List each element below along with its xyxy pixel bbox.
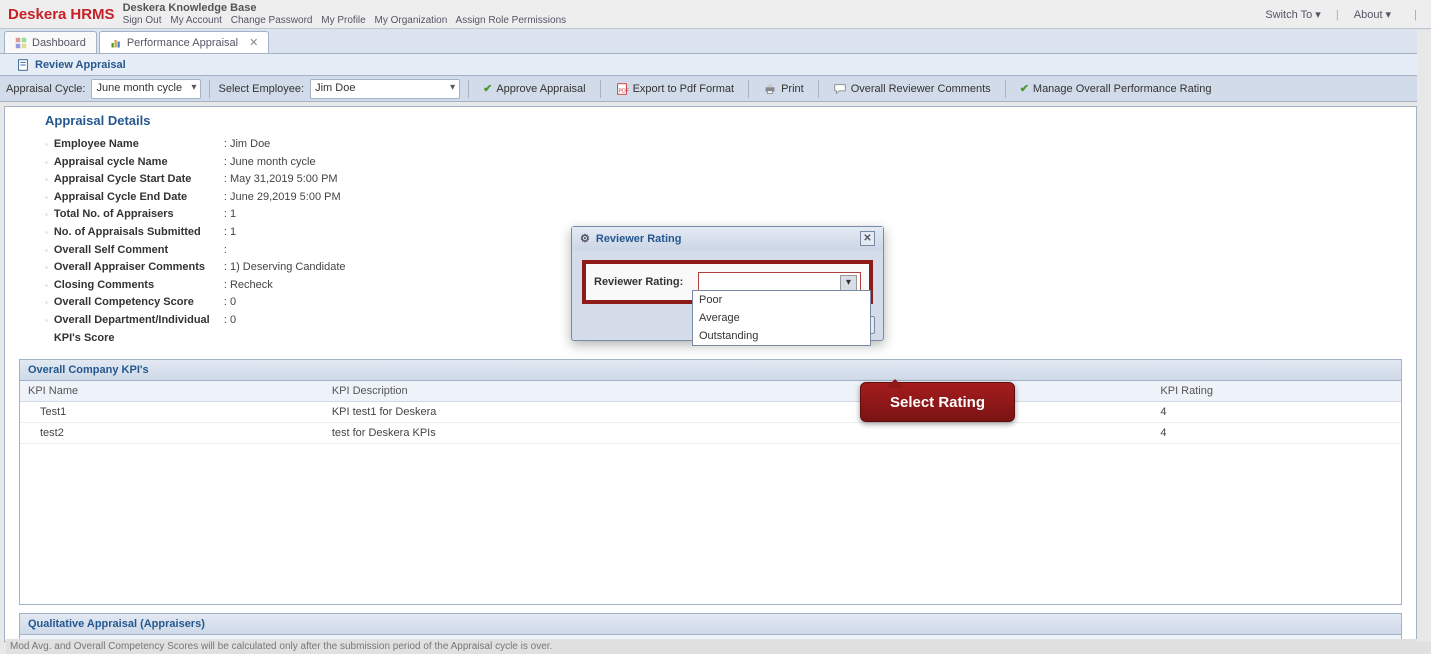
logo-primary: Deskera: [8, 6, 66, 23]
link-change-password[interactable]: Change Password: [231, 15, 313, 26]
printer-icon: [763, 82, 777, 96]
header-links: Sign Out My Account Change Password My P…: [123, 15, 573, 26]
content-area: Appraisal Details ◦Employee Name: Jim Do…: [4, 106, 1417, 642]
col-kpi-rating: KPI Rating: [1152, 381, 1401, 402]
check-icon: ✔: [483, 82, 492, 95]
header-title-block: Deskera Knowledge Base Sign Out My Accou…: [123, 2, 573, 25]
overall-reviewer-comments-button[interactable]: Overall Reviewer Comments: [827, 80, 997, 98]
svg-text:PDF: PDF: [618, 88, 629, 94]
chart-icon: [110, 37, 122, 49]
rating-option-average[interactable]: Average: [693, 309, 870, 327]
main-tabs: Dashboard Performance Appraisal ✕: [0, 29, 1431, 54]
export-pdf-button[interactable]: PDF Export to Pdf Format: [609, 80, 740, 98]
link-my-account[interactable]: My Account: [170, 15, 222, 26]
table-row[interactable]: Test1KPI test1 for Deskera4: [20, 402, 1401, 423]
company-kpi-panel: Overall Company KPI's KPI Name KPI Descr…: [19, 359, 1402, 605]
highlighted-field-frame: Reviewer Rating: Poor Average Outstandin…: [582, 260, 873, 304]
about-menu[interactable]: About ▾: [1354, 9, 1391, 21]
employee-combo[interactable]: Jim Doe: [310, 79, 460, 99]
footer-note: Mod Avg. and Overall Competency Scores w…: [6, 639, 1431, 654]
qualitative-panel: Qualitative Appraisal (Appraisers) Quest…: [19, 613, 1402, 641]
gear-icon: ⚙: [580, 232, 590, 245]
tab-performance-appraisal[interactable]: Performance Appraisal ✕: [99, 31, 270, 53]
detail-row: ◦Appraisal cycle Name: June month cycle: [45, 154, 1400, 172]
app-header: Deskera HRMS Deskera Knowledge Base Sign…: [0, 0, 1431, 29]
col-kpi-name: KPI Name: [20, 381, 324, 402]
annotation-callout: Select Rating: [860, 382, 1015, 422]
header-right: Switch To ▾ | About ▾ |: [1259, 8, 1423, 21]
tab-dashboard[interactable]: Dashboard: [4, 31, 97, 53]
detail-row: ◦Appraisal Cycle Start Date: May 31,2019…: [45, 171, 1400, 189]
rating-option-outstanding[interactable]: Outstanding: [693, 327, 870, 345]
link-my-profile[interactable]: My Profile: [321, 15, 365, 26]
table-row[interactable]: test2test for Deskera KPIs4: [20, 423, 1401, 444]
dialog-close-button[interactable]: ✕: [860, 231, 875, 246]
dialog-titlebar[interactable]: ⚙ Reviewer Rating ✕: [572, 227, 883, 250]
reviewer-rating-dropdown: Poor Average Outstanding: [692, 290, 871, 346]
switch-to-menu[interactable]: Switch To ▾: [1265, 9, 1320, 21]
detail-row: ◦Total No. of Appraisers: 1: [45, 206, 1400, 224]
link-my-organization[interactable]: My Organization: [374, 15, 447, 26]
kb-title: Deskera Knowledge Base: [123, 2, 573, 14]
reviewer-rating-combo[interactable]: [698, 272, 861, 292]
qualitative-header: Qualitative Appraisal (Appraisers): [20, 614, 1401, 635]
company-kpi-header: Overall Company KPI's: [20, 360, 1401, 381]
vertical-scrollbar[interactable]: [1417, 30, 1431, 642]
dashboard-icon: [15, 37, 27, 49]
subtab-review-appraisal[interactable]: Review Appraisal: [6, 55, 136, 75]
reviewer-rating-label: Reviewer Rating:: [594, 276, 690, 288]
rating-option-poor[interactable]: Poor: [693, 291, 870, 309]
reviewer-rating-dialog: ⚙ Reviewer Rating ✕ Reviewer Rating: Poo…: [571, 226, 884, 341]
link-sign-out[interactable]: Sign Out: [123, 15, 162, 26]
logo-secondary: HRMS: [70, 6, 114, 23]
manage-rating-button[interactable]: ✔Manage Overall Performance Rating: [1014, 80, 1218, 97]
detail-row: ◦Employee Name: Jim Doe: [45, 136, 1400, 154]
detail-row: ◦Appraisal Cycle End Date: June 29,2019 …: [45, 189, 1400, 207]
pdf-icon: PDF: [615, 82, 629, 96]
col-kpi-desc: KPI Description: [324, 381, 932, 402]
appraisal-details-heading: Appraisal Details: [45, 113, 1400, 128]
employee-label: Select Employee:: [218, 83, 304, 95]
document-icon: [16, 58, 30, 72]
company-kpi-table: KPI Name KPI Description KPI Weightage K…: [20, 381, 1401, 444]
tab-close-icon[interactable]: ✕: [249, 36, 258, 49]
cycle-label: Appraisal Cycle:: [6, 83, 85, 95]
comment-icon: [833, 82, 847, 96]
link-assign-role[interactable]: Assign Role Permissions: [456, 15, 567, 26]
action-toolbar: Appraisal Cycle: June month cycle Select…: [0, 76, 1431, 102]
approve-appraisal-button[interactable]: ✔Approve Appraisal: [477, 80, 592, 97]
subtab-bar: Review Appraisal: [0, 54, 1431, 76]
check-icon: ✔: [1020, 82, 1029, 95]
print-button[interactable]: Print: [757, 80, 810, 98]
cycle-combo[interactable]: June month cycle: [91, 79, 201, 99]
